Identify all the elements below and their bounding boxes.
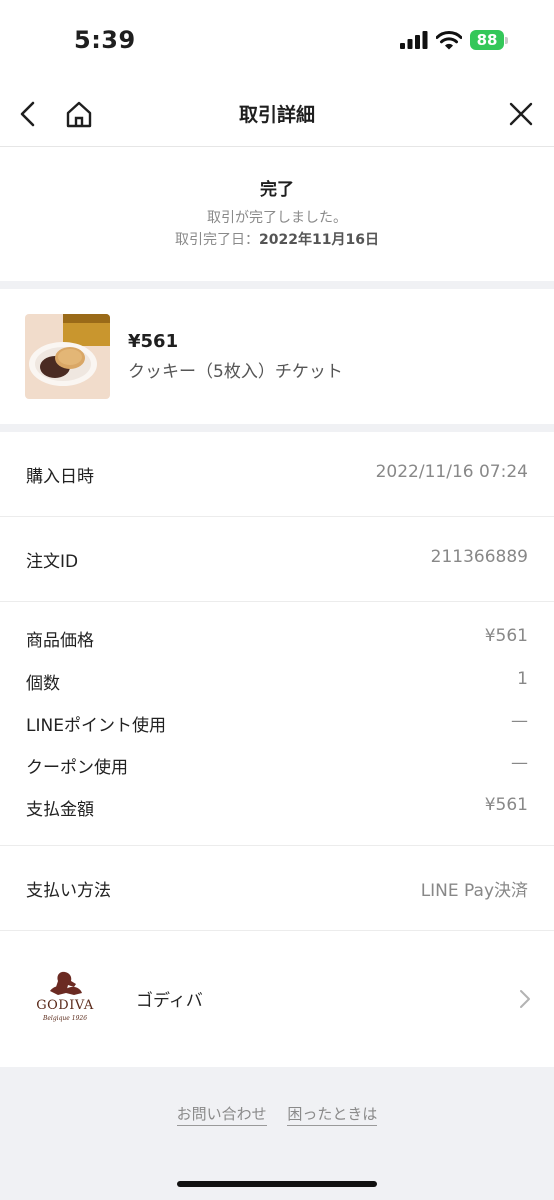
payment-method-row: 支払い方法 LINE Pay決済 [0,846,554,930]
help-link[interactable]: 困ったときは [287,1105,378,1126]
logo-text: GODIVA [36,998,94,1013]
footer-links: お問い合わせ 困ったときは [0,1103,554,1126]
payment-amount-row: 支払金額 ¥561 [0,795,554,820]
line-points-row: LINEポイント使用 — [0,711,554,736]
payment-amount-row-value: ¥561 [484,795,528,815]
price-row-label: 商品価格 [26,631,94,651]
section-separator [0,424,554,432]
coupon-row: クーポン使用 — [0,753,554,778]
status-title: 完了 [260,180,294,200]
line-points-row-value: — [511,711,528,731]
completion-date-label: 取引完了日： [175,232,260,248]
coupon-row-label: クーポン使用 [26,758,128,778]
quantity-row-value: 1 [517,669,528,689]
purchase-datetime-row: 購入日時 2022/11/16 07:24 [0,432,554,516]
payment-method-value: LINE Pay決済 [420,881,528,901]
status-message: 取引が完了しました。 [207,210,347,226]
godiva-logo: GODIVA Belgique 1926 [36,971,94,1022]
product-card: ¥561 クッキー（5枚入）チケット [0,289,554,424]
completion-date-value: 2022年11月16日 [259,232,379,248]
line-points-row-label: LINEポイント使用 [26,716,166,736]
nav-bar: 取引詳細 [0,80,554,147]
payment-method-label: 支払い方法 [26,881,111,901]
purchase-datetime-label: 購入日時 [26,467,94,487]
home-indicator [177,1181,377,1187]
order-id-value: 211366889 [430,547,528,567]
completion-date: 取引完了日：2022年11月16日 [0,229,554,249]
contact-link[interactable]: お問い合わせ [176,1105,267,1126]
coupon-row-value: — [511,753,528,773]
order-id-row: 注文ID 211366889 [0,517,554,601]
chevron-right-icon [520,990,530,1008]
battery-icon: 88 [470,30,504,50]
page-title: 取引詳細 [238,104,315,126]
status-bar: 5:39 88 [0,0,554,80]
shop-link[interactable]: GODIVA Belgique 1926 ゴディバ [0,931,554,1067]
battery-level: 88 [476,31,498,49]
section-separator [0,281,554,289]
status-time: 5:39 [74,26,136,54]
price-row: 商品価格 ¥561 [0,626,554,651]
product-name: クッキー（5枚入）チケット [128,362,343,382]
transaction-status: 完了 取引が完了しました。 取引完了日：2022年11月16日 [0,147,554,281]
close-icon[interactable] [508,101,534,127]
price-row-value: ¥561 [484,626,528,646]
order-id-label: 注文ID [26,552,79,572]
quantity-row-label: 個数 [26,674,60,694]
product-image [25,314,110,399]
shop-name: ゴディバ [136,991,203,1011]
quantity-row: 個数 1 [0,669,554,694]
purchase-datetime-value: 2022/11/16 07:24 [375,462,528,482]
product-price: ¥561 [128,331,179,352]
divider [0,601,554,602]
logo-subtext: Belgique 1926 [42,1015,87,1022]
status-icons: 88 [400,30,508,50]
wifi-icon [436,30,462,49]
payment-amount-row-label: 支払金額 [26,800,94,820]
signal-icon [400,31,428,49]
battery-tip [505,36,508,44]
